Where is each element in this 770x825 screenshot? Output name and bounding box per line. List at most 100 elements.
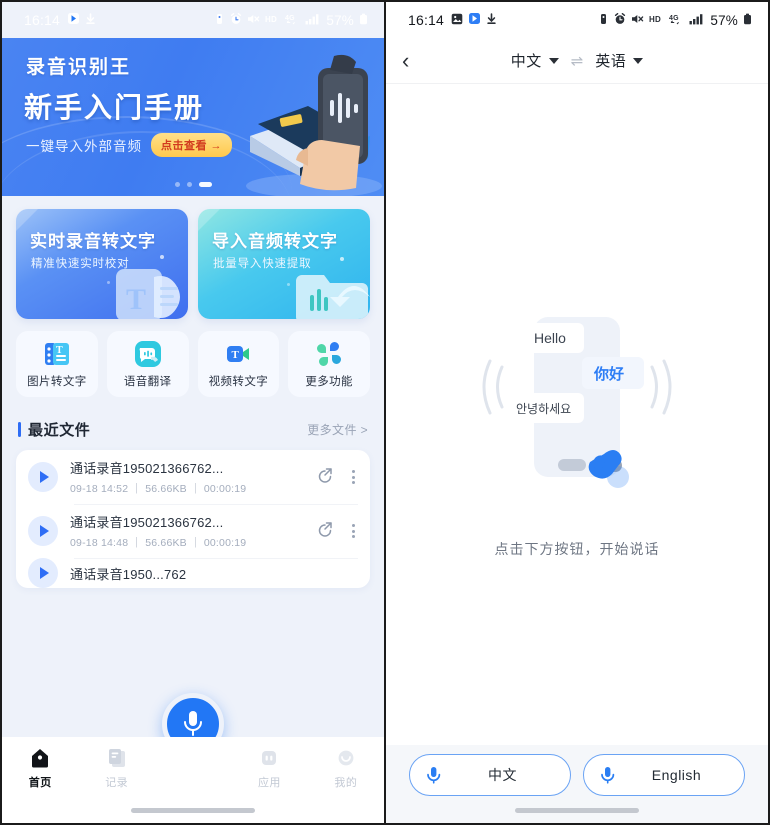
mic-button-label: English (651, 767, 702, 783)
right-status-bar: 16:14 HD 4G 57% (386, 2, 768, 38)
section-accent-bar (18, 422, 21, 437)
file-meta: 通话录音195021366762... 09-18 14:52 ｜ 56.66K… (70, 458, 308, 496)
file-meta: 通话录音1950...762 (70, 564, 358, 583)
feature-card-live-recording[interactable]: 实时录音转文字 精准快速实时校对 T (16, 209, 188, 319)
file-size: 56.66KB (145, 537, 187, 549)
vibrate-icon (214, 13, 225, 28)
gallery-icon (451, 13, 463, 28)
download-icon (85, 12, 96, 28)
mute-icon (631, 13, 644, 28)
back-button[interactable]: ‹ (402, 49, 432, 72)
battery-percent: 57% (710, 12, 738, 28)
mute-icon (247, 13, 260, 28)
banner-cta-button[interactable]: 点击查看 → (151, 133, 233, 157)
speak-illustration: Hello 你好 안녕하세요 (482, 317, 672, 488)
feature-card-title: 实时录音转文字 (30, 232, 156, 251)
microphone-icon (184, 711, 202, 736)
vibrate-icon (598, 13, 609, 28)
signal-icon (689, 13, 704, 28)
quick-action-label: 图片转文字 (27, 375, 87, 388)
more-options-icon[interactable] (349, 470, 358, 484)
dual-screenshot: 16:14 HD 4G 57% 录音识别王 新手入门手册 一键导入外部音频 点击… (0, 0, 770, 825)
tab-profile[interactable]: 我的 (308, 747, 384, 790)
recent-files-list: 通话录音195021366762... 09-18 14:52 ｜ 56.66K… (16, 450, 370, 588)
play-button[interactable] (28, 516, 58, 546)
share-icon[interactable] (316, 519, 335, 543)
file-row[interactable]: 通话录音195021366762... 09-18 14:52 ｜ 56.66K… (16, 450, 370, 504)
mic-button-chinese[interactable]: 中文 (409, 754, 571, 796)
svg-text:4G: 4G (285, 15, 295, 22)
left-main-content: 实时录音转文字 精准快速实时校对 T 导入音频转文字 批量导入快速提取 T 图片… (2, 196, 384, 823)
image-to-text-icon: T (44, 342, 69, 365)
play-button[interactable] (28, 558, 58, 588)
quick-action-label: 更多功能 (305, 375, 353, 388)
signal-icon (305, 13, 320, 28)
more-options-icon[interactable] (349, 524, 358, 538)
status-time: 16:14 (24, 12, 61, 28)
home-indicator[interactable] (131, 808, 255, 813)
file-duration: 00:00:19 (203, 537, 247, 549)
left-status-bar: 16:14 HD 4G 57% (2, 2, 384, 38)
home-icon (32, 749, 49, 768)
file-subinfo: 09-18 14:52 ｜ 56.66KB ｜ 00:00:19 (70, 481, 308, 496)
banner-headline: 新手入门手册 (24, 92, 205, 123)
chevron-down-icon (548, 57, 559, 64)
feature-card-import-audio[interactable]: 导入音频转文字 批量导入快速提取 (198, 209, 370, 319)
more-features-icon (317, 341, 342, 366)
sep: ｜ (131, 483, 143, 495)
home-indicator[interactable] (515, 808, 639, 813)
svg-text:T: T (126, 283, 146, 316)
profile-icon (338, 750, 354, 766)
bubble-text-en: Hello (534, 330, 566, 346)
play-button[interactable] (28, 462, 58, 492)
quick-action-more-features[interactable]: 更多功能 (288, 331, 370, 397)
quick-action-video-to-text[interactable]: T 视频转文字 (197, 331, 280, 397)
bubble-text-zh: 你好 (593, 365, 624, 383)
quick-action-image-to-text[interactable]: T 图片转文字 (16, 331, 98, 397)
carousel-dot-active[interactable] (198, 182, 212, 187)
image-text-mic-illustration: T (116, 269, 180, 319)
share-icon[interactable] (316, 465, 335, 489)
svg-text:HD: HD (265, 15, 277, 24)
file-row-actions (308, 465, 358, 489)
more-files-link[interactable]: 更多文件 > (307, 421, 368, 438)
carousel-dot[interactable] (174, 182, 180, 187)
banner-brand: 录音识别王 (26, 57, 132, 78)
bubble-text-ko: 안녕하세요 (516, 402, 571, 416)
target-language-dropdown[interactable]: 英语 (595, 50, 644, 71)
file-row-actions (308, 519, 358, 543)
recent-files-header: 最近文件 更多文件 > (2, 397, 384, 440)
voice-translate-icon (134, 340, 161, 367)
left-phone-screen: 16:14 HD 4G 57% 录音识别王 新手入门手册 一键导入外部音频 点击… (0, 0, 385, 825)
file-row[interactable]: 通话录音195021366762... 09-18 14:48 ｜ 56.66K… (16, 504, 370, 558)
file-name: 通话录音195021366762... (70, 461, 224, 476)
feature-cards: 实时录音转文字 精准快速实时校对 T 导入音频转文字 批量导入快速提取 (2, 196, 384, 319)
file-duration: 00:00:19 (203, 483, 247, 495)
alarm-icon (614, 12, 626, 28)
file-name: 通话录音1950...762 (70, 566, 187, 582)
sep: ｜ (190, 537, 201, 549)
apps-icon (262, 751, 277, 765)
mic-button-bar: 中文 English (386, 745, 768, 823)
quick-action-voice-translate[interactable]: 语音翻译 (106, 331, 189, 397)
banner-subtitle-row: 一键导入外部音频 点击查看 → (26, 133, 233, 157)
tab-home[interactable]: 首页 (2, 747, 78, 790)
tab-records[interactable]: 记录 (78, 747, 154, 790)
mic-button-english[interactable]: English (583, 754, 745, 796)
source-language-label: 中文 (510, 53, 542, 70)
file-name: 通话录音195021366762... (70, 515, 224, 530)
banner-carousel-dots[interactable] (2, 182, 384, 187)
battery-icon (359, 13, 368, 28)
tab-apps[interactable]: 应用 (231, 747, 307, 790)
tab-label: 应用 (258, 777, 281, 789)
file-row-partial[interactable]: 通话录音1950...762 (16, 558, 370, 588)
source-language-dropdown[interactable]: 中文 (511, 50, 559, 71)
swap-languages-icon[interactable]: ⇌ (571, 52, 584, 70)
status-right-icons: HD 4G 57% (214, 13, 368, 28)
translate-main: Hello 你好 안녕하세요 点击下方按钮，开始说话 中文 English (386, 84, 768, 823)
carousel-dot[interactable] (186, 182, 192, 187)
translate-header: ‹ 中文 ⇌ 英语 (386, 38, 768, 84)
alarm-icon (230, 12, 242, 28)
speak-hint-text: 点击下方按钮，开始说话 (494, 541, 660, 557)
promo-banner[interactable]: 录音识别王 新手入门手册 一键导入外部音频 点击查看 → (2, 38, 384, 196)
